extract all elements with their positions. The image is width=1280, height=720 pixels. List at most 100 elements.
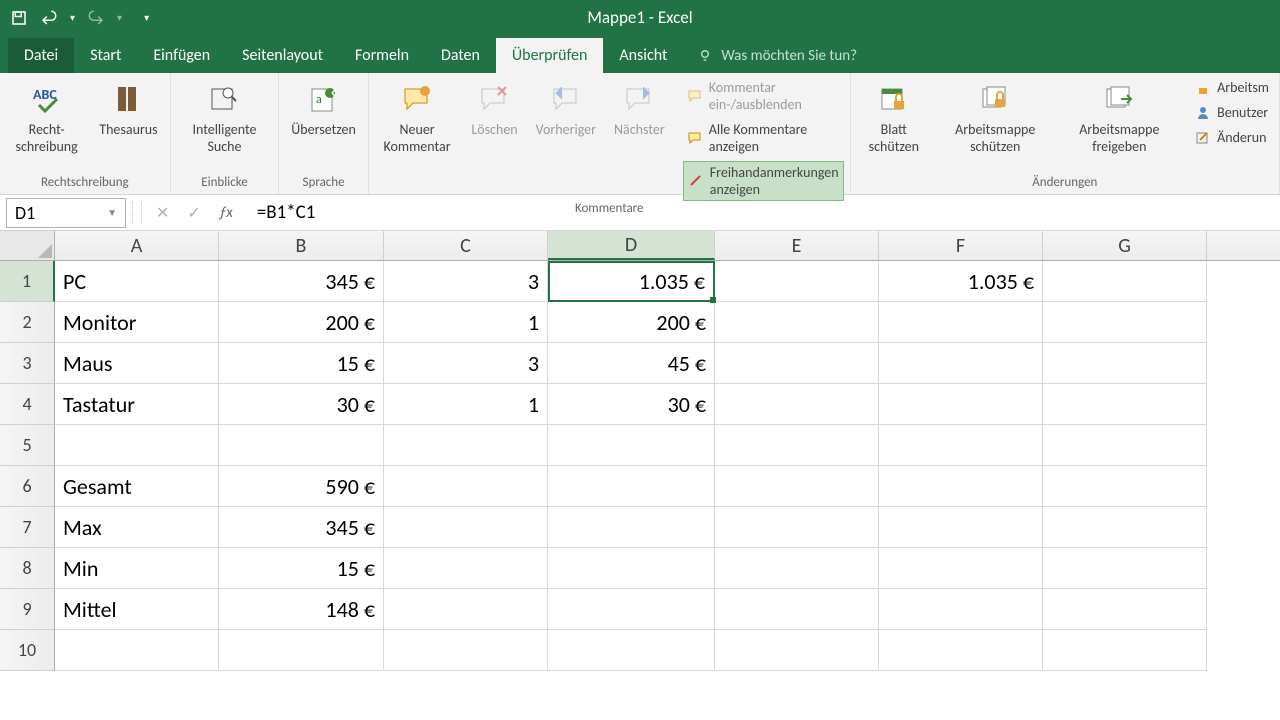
row-header-8[interactable]: 8 <box>0 548 55 589</box>
cell-A9[interactable]: Mittel <box>55 589 219 630</box>
protect-sheet-button[interactable]: Blatt schützen <box>857 77 931 159</box>
tab-formulas[interactable]: Formeln <box>339 38 425 73</box>
cell-A4[interactable]: Tastatur <box>55 384 219 425</box>
tab-layout[interactable]: Seitenlayout <box>226 38 339 73</box>
cell-G1[interactable] <box>1043 261 1207 302</box>
cell-D8[interactable] <box>548 548 715 589</box>
cell-A7[interactable]: Max <box>55 507 219 548</box>
tab-data[interactable]: Daten <box>425 38 496 73</box>
cell-C6[interactable] <box>384 466 548 507</box>
protect-workbook-button[interactable]: Arbeitsmappe schützen <box>937 77 1054 159</box>
cell-C9[interactable] <box>384 589 548 630</box>
fx-icon[interactable]: ƒx <box>219 204 233 222</box>
cell-G8[interactable] <box>1043 548 1207 589</box>
cell-B5[interactable] <box>219 425 384 466</box>
row-header-1[interactable]: 1 <box>0 261 55 302</box>
cell-A6[interactable]: Gesamt <box>55 466 219 507</box>
undo-dropdown-icon[interactable]: ▾ <box>70 11 75 24</box>
cell-E1[interactable] <box>715 261 879 302</box>
cell-C1[interactable]: 3 <box>384 261 548 302</box>
row-header-5[interactable]: 5 <box>0 425 55 466</box>
cell-B7[interactable]: 345 € <box>219 507 384 548</box>
cell-F4[interactable] <box>879 384 1043 425</box>
next-comment-button[interactable]: Nächster <box>608 77 671 142</box>
tab-home[interactable]: Start <box>74 38 137 73</box>
cell-F6[interactable] <box>879 466 1043 507</box>
row-header-7[interactable]: 7 <box>0 507 55 548</box>
cell-B4[interactable]: 30 € <box>219 384 384 425</box>
cell-C4[interactable]: 1 <box>384 384 548 425</box>
cell-F3[interactable] <box>879 343 1043 384</box>
share-workbook-button[interactable]: Arbeitsmappe freigeben <box>1060 77 1180 159</box>
col-header-F[interactable]: F <box>879 231 1043 260</box>
cell-G3[interactable] <box>1043 343 1207 384</box>
cell-C8[interactable] <box>384 548 548 589</box>
cell-F5[interactable] <box>879 425 1043 466</box>
cell-B1[interactable]: 345 € <box>219 261 384 302</box>
cell-A1[interactable]: PC <box>55 261 219 302</box>
translate-button[interactable]: a Übersetzen <box>285 77 362 142</box>
name-box-dropdown-icon[interactable]: ▼ <box>107 206 117 219</box>
cell-G5[interactable] <box>1043 425 1207 466</box>
cell-F9[interactable] <box>879 589 1043 630</box>
save-icon[interactable] <box>10 9 28 27</box>
prev-comment-button[interactable]: Vorheriger <box>530 77 602 142</box>
cell-B3[interactable]: 15 € <box>219 343 384 384</box>
cell-E8[interactable] <box>715 548 879 589</box>
formula-input[interactable]: =B1*C1 <box>247 198 1280 228</box>
select-all-corner[interactable] <box>0 231 55 260</box>
thesaurus-button[interactable]: Thesaurus <box>93 77 163 142</box>
cell-D10[interactable] <box>548 630 715 671</box>
cell-E7[interactable] <box>715 507 879 548</box>
cell-C2[interactable]: 1 <box>384 302 548 343</box>
name-box[interactable]: D1 ▼ <box>6 198 126 228</box>
cell-A8[interactable]: Min <box>55 548 219 589</box>
row-header-4[interactable]: 4 <box>0 384 55 425</box>
tab-insert[interactable]: Einfügen <box>137 38 226 73</box>
cell-B9[interactable]: 148 € <box>219 589 384 630</box>
cell-G9[interactable] <box>1043 589 1207 630</box>
cell-G6[interactable] <box>1043 466 1207 507</box>
cell-B8[interactable]: 15 € <box>219 548 384 589</box>
cell-D7[interactable] <box>548 507 715 548</box>
cell-D2[interactable]: 200 € <box>548 302 715 343</box>
cell-F7[interactable] <box>879 507 1043 548</box>
cell-C5[interactable] <box>384 425 548 466</box>
cell-A10[interactable] <box>55 630 219 671</box>
smart-lookup-button[interactable]: Intelligente Suche <box>177 77 273 159</box>
cell-F1[interactable]: 1.035 € <box>879 261 1043 302</box>
col-header-A[interactable]: A <box>55 231 219 260</box>
tab-file[interactable]: Datei <box>8 38 74 73</box>
spelling-button[interactable]: ABC Recht-schreibung <box>6 77 87 159</box>
cell-E2[interactable] <box>715 302 879 343</box>
cell-G7[interactable] <box>1043 507 1207 548</box>
show-all-comments-button[interactable]: Alle Kommentare anzeigen <box>683 119 844 157</box>
tab-view[interactable]: Ansicht <box>603 38 683 73</box>
cell-A3[interactable]: Maus <box>55 343 219 384</box>
col-header-B[interactable]: B <box>219 231 384 260</box>
show-hide-comment-button[interactable]: Kommentar ein-/ausblenden <box>683 77 844 115</box>
cell-E10[interactable] <box>715 630 879 671</box>
row-header-6[interactable]: 6 <box>0 466 55 507</box>
new-comment-button[interactable]: Neuer Kommentar <box>375 77 459 159</box>
cell-G4[interactable] <box>1043 384 1207 425</box>
cell-D1[interactable]: 1.035 € <box>548 261 715 302</box>
col-header-G[interactable]: G <box>1043 231 1207 260</box>
tell-me-search[interactable]: Was möchten Sie tun? <box>683 39 871 73</box>
cell-D9[interactable] <box>548 589 715 630</box>
cell-E5[interactable] <box>715 425 879 466</box>
undo-icon[interactable] <box>40 9 58 27</box>
cell-E3[interactable] <box>715 343 879 384</box>
cell-D4[interactable]: 30 € <box>548 384 715 425</box>
row-header-10[interactable]: 10 <box>0 630 55 671</box>
cell-E6[interactable] <box>715 466 879 507</box>
col-header-C[interactable]: C <box>384 231 548 260</box>
tab-review[interactable]: Überprüfen <box>496 38 603 73</box>
cell-C10[interactable] <box>384 630 548 671</box>
row-header-2[interactable]: 2 <box>0 302 55 343</box>
cell-D5[interactable] <box>548 425 715 466</box>
cell-B2[interactable]: 200 € <box>219 302 384 343</box>
cell-F8[interactable] <box>879 548 1043 589</box>
cell-E9[interactable] <box>715 589 879 630</box>
cell-D6[interactable] <box>548 466 715 507</box>
